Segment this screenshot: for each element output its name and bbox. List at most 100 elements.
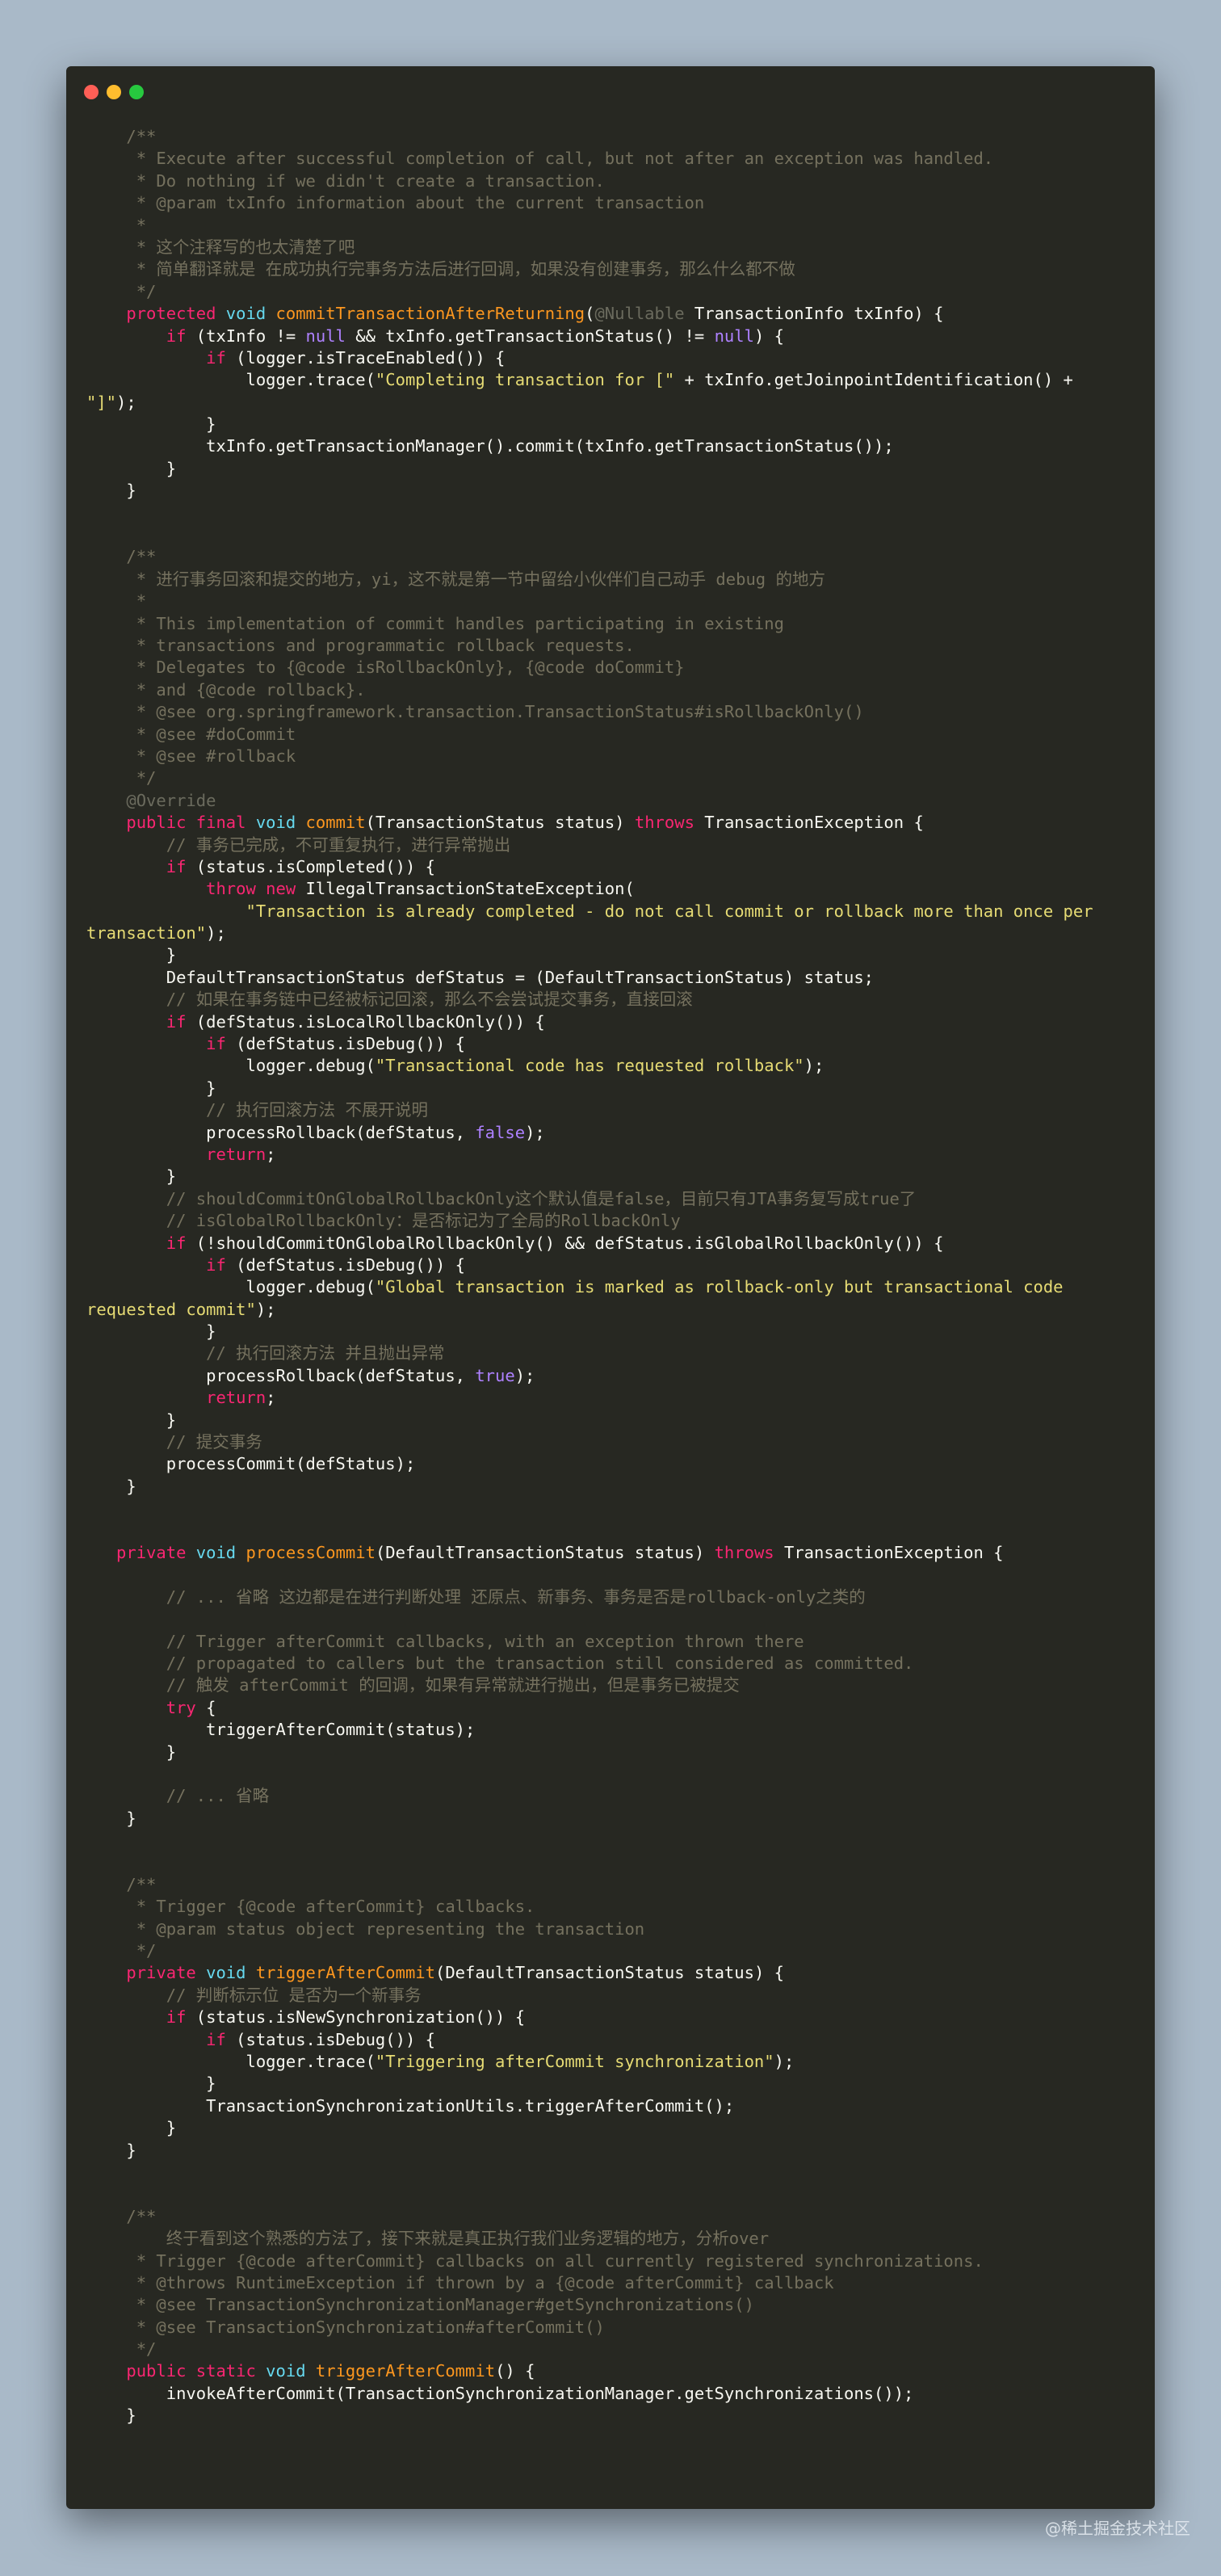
code-line: triggerAfterCommit(status); [86,1719,1139,1741]
code-token: commitTransactionAfterReturning [275,304,585,324]
code-line: } [86,414,1139,435]
code-token: // 执行回滚方法 并且抛出异常 [86,1343,445,1364]
code-token: (defStatus.isDebug()) { [236,1254,466,1275]
code-token: + txInfo.getJoinpointIdentification() + [674,370,1073,390]
code-token: } [86,1742,177,1762]
code-token: * and {@code rollback}. [86,679,366,700]
code-line: // Trigger afterCommit callbacks, with a… [86,1631,1139,1653]
code-line: // 执行回滚方法 并且抛出异常 [86,1343,1139,1364]
code-token: * Delegates to {@code isRollbackOnly}, {… [86,658,685,678]
code-token: } [86,414,216,435]
code-token: void [206,1963,256,1983]
code-line: */ [86,281,1139,303]
code-token: "Global transaction is marked as rollbac… [375,1277,1064,1297]
code-token: "Triggering afterCommit synchronization" [375,2051,774,2071]
code-token: // 事务已完成，不可重复执行，进行异常抛出 [86,834,511,855]
code-token: * Trigger {@code afterCommit} callbacks. [86,1897,535,1917]
code-line: if (status.isCompleted()) { [86,856,1139,878]
code-token: triggerAfterCommit(status); [86,1720,476,1740]
code-line: * @param status object representing the … [86,1918,1139,1940]
code-token: triggerAfterCommit [315,2361,496,2381]
code-token: public final [86,813,256,833]
code-token: "Completing transaction for [" [375,370,675,390]
code-line: /** [86,126,1139,148]
code-token: ); [514,1365,535,1385]
code-line: // ... 省略 这边都是在进行判断处理 还原点、新事务、事务是否是rollb… [86,1586,1139,1608]
code-line: try { [86,1697,1139,1719]
code-token: try [86,1697,207,1717]
code-line: protected void commitTransactionAfterRet… [86,303,1139,325]
code-token: * @see org.springframework.transaction.T… [86,702,864,722]
code-line: "Transaction is already completed - do n… [86,901,1139,922]
code-line: // 触发 afterCommit 的回调，如果有异常就进行抛出，但是事务已被提… [86,1675,1139,1696]
code-token: } [86,2140,136,2160]
code-token: @Override [86,790,216,810]
code-line: } [86,1476,1139,1498]
code-line: // propagated to callers but the transac… [86,1653,1139,1675]
code-token: * @param status object representing the … [86,1918,645,1939]
code-line: * transactions and programmatic rollback… [86,635,1139,657]
code-line: requested commit"); [86,1299,1139,1321]
code-token: DefaultTransactionStatus defStatus = (De… [86,967,875,987]
code-line: DefaultTransactionStatus defStatus = (De… [86,967,1139,989]
code-line: } [86,1742,1139,1763]
code-line: * 这个注释写的也太清楚了吧 [86,237,1139,258]
maximize-window-button[interactable] [129,85,144,99]
code-token: // isGlobalRollbackOnly：是否标记为了全局的Rollbac… [86,1211,681,1231]
code-line: // 事务已完成，不可重复执行，进行异常抛出 [86,834,1139,856]
code-token: /** [86,127,157,146]
code-line: // 判断标示位 是否为一个新事务 [86,1985,1139,2007]
code-token: logger.debug( [86,1277,376,1297]
code-token: ) { [753,326,784,346]
code-line: * @see TransactionSynchronization#afterC… [86,2317,1139,2339]
code-token: (!shouldCommitOnGlobalRollbackOnly() && … [195,1233,944,1253]
code-token: if [86,347,237,368]
code-line: } [86,1166,1139,1187]
code-token: processRollback(defStatus, [86,1365,476,1385]
code-line: 终于看到这个熟悉的方法了，接下来就是真正执行我们业务逻辑的地方，分析over [86,2228,1139,2250]
code-token: * @see TransactionSynchronization#afterC… [86,2317,605,2337]
code-line: if (!shouldCommitOnGlobalRollbackOnly() … [86,1233,1139,1254]
code-token: // 执行回滚方法 不展开说明 [86,1100,428,1120]
code-line: if (defStatus.isDebug()) { [86,1254,1139,1276]
minimize-window-button[interactable] [107,85,121,99]
code-line: logger.debug("Global transaction is mark… [86,1276,1139,1298]
code-token: // ... 省略 这边都是在进行判断处理 还原点、新事务、事务是否是rollb… [86,1586,866,1607]
code-token: // ... 省略 [86,1786,270,1806]
code-line: } [86,2405,1139,2427]
code-token: * transactions and programmatic rollback… [86,635,635,655]
code-line: // ... 省略 [86,1785,1139,1807]
code-line: @Override [86,790,1139,812]
code-token: () { [495,2361,535,2381]
code-token: */ [86,768,157,788]
code-line: private void processCommit(DefaultTransa… [86,1542,1139,1564]
code-line: */ [86,1940,1139,1962]
code-token: void [266,2361,316,2381]
code-token: "Transactional code has requested rollba… [375,1056,804,1076]
code-token: (status.isCompleted()) { [195,856,435,876]
code-token: if [86,1034,237,1054]
code-line: if (status.isNewSynchronization()) { [86,2007,1139,2028]
code-token: * @see #rollback [86,746,296,766]
code-line: * and {@code rollback}. [86,679,1139,701]
code-token: 终于看到这个熟悉的方法了，接下来就是真正执行我们业务逻辑的地方，分析over [86,2229,770,2249]
code-token: ( [585,304,595,324]
code-token: throws [634,813,705,833]
code-token: ; [266,1388,276,1408]
code-line: private void triggerAfterCommit(DefaultT… [86,1962,1139,1984]
code-token: processCommit(defStatus); [86,1454,416,1474]
code-line: TransactionSynchronizationUtils.triggerA… [86,2095,1139,2117]
code-line: } [86,480,1139,502]
code-token: if [86,1233,196,1253]
close-window-button[interactable] [84,85,99,99]
code-token: private [86,1963,207,1983]
code-token: } [86,2074,216,2094]
code-line: * @see org.springframework.transaction.T… [86,701,1139,723]
code-token: throws [714,1543,784,1562]
code-line: * This implementation of commit handles … [86,613,1139,635]
